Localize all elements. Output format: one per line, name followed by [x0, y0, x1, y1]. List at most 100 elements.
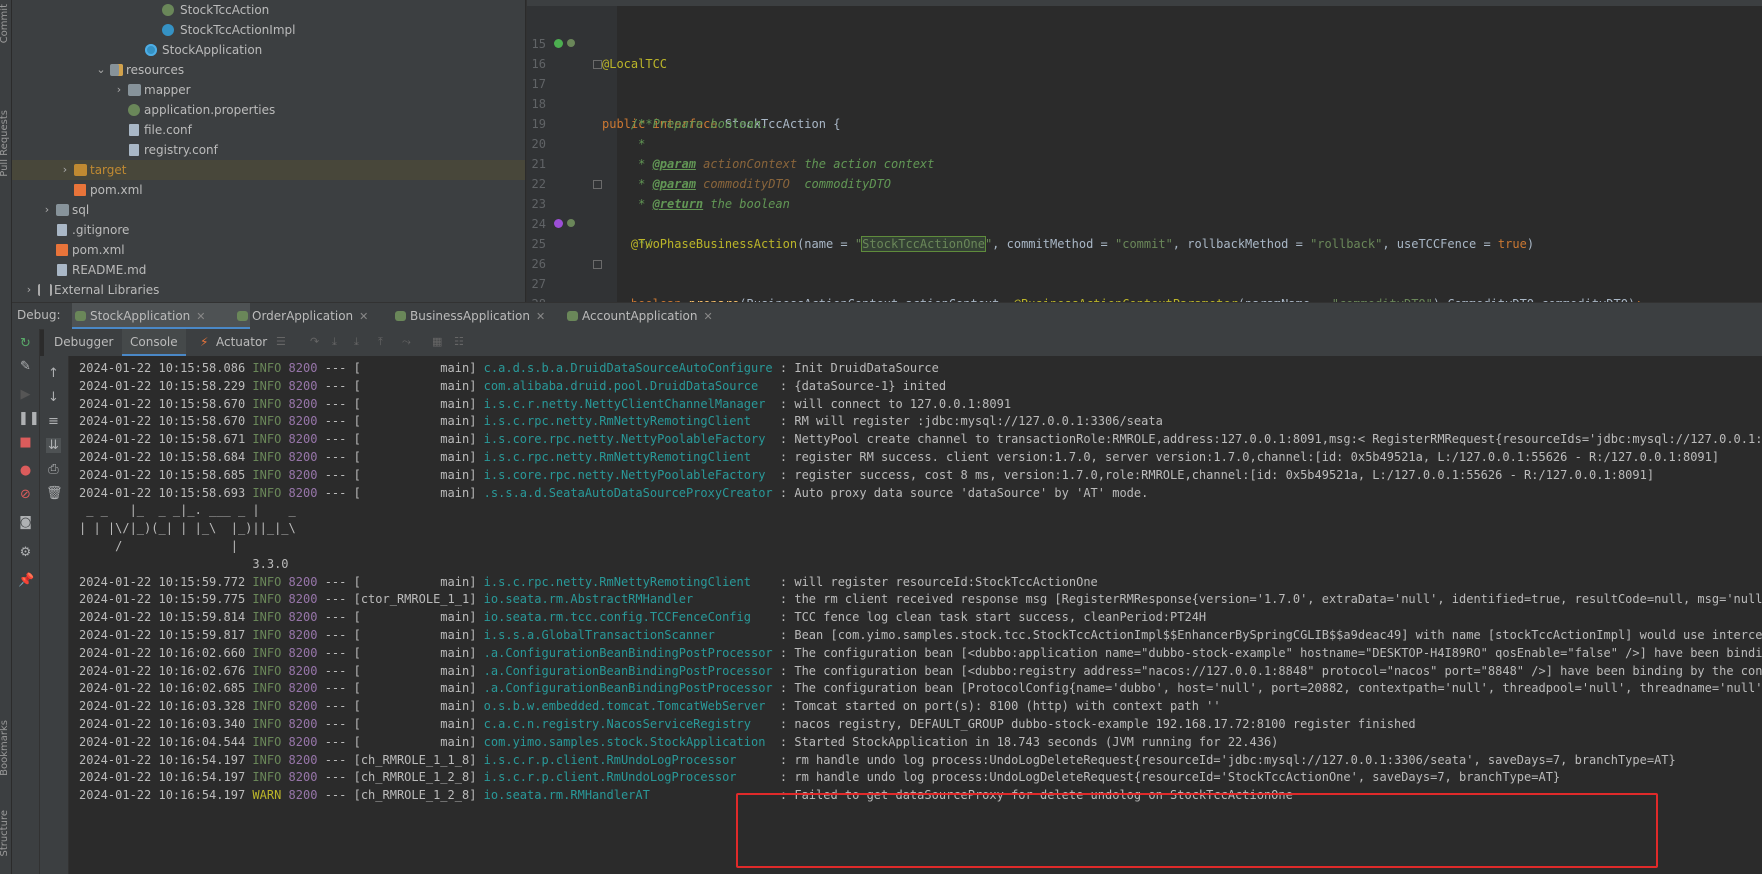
debug-title: Debug: — [17, 308, 61, 322]
tree-item-stockapplication[interactable]: StockApplication — [12, 40, 525, 60]
stop-icon[interactable]: ■ — [18, 435, 33, 450]
log-level: INFO — [252, 610, 282, 625]
maven-xml-icon — [74, 184, 86, 196]
tree-item-stocktccaction[interactable]: StockTccAction — [12, 0, 525, 20]
settings-gear-icon[interactable]: ⚙ — [18, 545, 33, 560]
folder-icon — [74, 164, 87, 176]
fold-marker-icon[interactable] — [593, 180, 602, 189]
tree-item-stocktccactionimpl[interactable]: StockTccActionImpl — [12, 20, 525, 40]
debug-bug-icon — [567, 311, 578, 321]
log-separator: --- — [324, 485, 347, 500]
tab-stockapplication[interactable]: StockApplication ✕ — [72, 303, 250, 329]
log-thread: [ main] — [353, 699, 477, 714]
rerun-icon[interactable]: ↻ — [18, 336, 33, 351]
log-level: INFO — [252, 574, 282, 589]
log-pid: 8200 — [288, 663, 318, 678]
tree-item-pom-xml-root[interactable]: pom.xml — [12, 240, 525, 260]
trace-icon[interactable]: ☷ — [454, 336, 466, 347]
tab-actuator[interactable]: ⚡ Actuator — [194, 329, 275, 356]
force-step-into-icon[interactable]: ⤓ — [354, 336, 366, 347]
log-timestamp: 2024-01-22 10:15:58.685 — [79, 467, 246, 482]
pause-icon[interactable]: ❚❚ — [18, 411, 40, 426]
tab-console[interactable]: Console — [122, 329, 186, 356]
structure-tool-tab[interactable]: Structure — [0, 810, 10, 857]
commit-tool-tab[interactable]: Commit — [0, 4, 10, 43]
tree-item-label: resources — [126, 63, 185, 77]
run-to-cursor-icon[interactable]: ⤳ — [402, 336, 414, 347]
bookmarks-tool-tab[interactable]: Bookmarks — [0, 720, 10, 776]
tree-item-sql[interactable]: › sql — [12, 200, 525, 220]
resume-icon[interactable]: ▶ — [18, 387, 33, 402]
step-over-icon[interactable]: ↷ — [310, 336, 322, 347]
step-out-icon[interactable]: ⤒ — [378, 336, 390, 347]
chevron-right-icon[interactable]: › — [22, 280, 36, 300]
log-level: INFO — [252, 681, 282, 696]
close-icon[interactable]: ✕ — [536, 310, 545, 323]
log-thread: [ main] — [353, 574, 477, 589]
tab-label: AccountApplication — [582, 309, 698, 323]
tree-item-readme[interactable]: README.md — [12, 260, 525, 280]
implementations-gutter-icon[interactable] — [554, 39, 563, 48]
menu-icon[interactable]: ☰ — [276, 336, 288, 347]
trash-icon[interactable]: 🗑 — [46, 486, 63, 501]
arrow-down-icon[interactable]: ↓ — [46, 390, 61, 405]
close-icon[interactable]: ✕ — [704, 310, 713, 323]
log-level: INFO — [252, 717, 282, 731]
tab-orderapplication[interactable]: OrderApplication ✕ — [234, 303, 368, 329]
tree-item-file-conf[interactable]: file.conf — [12, 120, 525, 140]
chevron-right-icon[interactable]: › — [112, 80, 126, 100]
tab-accountapplication[interactable]: AccountApplication ✕ — [564, 303, 713, 329]
scroll-to-end-icon[interactable]: ⇊ — [46, 438, 61, 453]
log-thread: [ main] — [353, 734, 477, 749]
camera-icon[interactable]: ◙ — [18, 515, 33, 530]
left-tool-strip: Commit Pull Requests Bookmarks Structure — [0, 0, 12, 874]
soft-wrap-icon[interactable]: ≡ — [46, 414, 61, 429]
tab-businessapplication[interactable]: BusinessApplication ✕ — [392, 303, 545, 329]
log-logger: c.a.c.n.registry.NacosServiceRegistry — [483, 717, 773, 731]
arrow-up-icon[interactable]: ↑ — [46, 366, 61, 381]
tab-label: Actuator — [216, 335, 268, 349]
tree-item-mapper[interactable]: › mapper — [12, 80, 525, 100]
log-logger: o.s.b.w.embedded.tomcat.TomcatWebServer — [483, 699, 773, 714]
mute-breakpoints-icon[interactable]: ⊘ — [18, 487, 33, 502]
tree-item-pom-xml[interactable]: pom.xml — [12, 180, 525, 200]
pin-icon[interactable]: 📌 — [18, 573, 34, 588]
log-separator: --- — [324, 770, 347, 785]
tree-item-external-libraries[interactable]: › External Libraries — [12, 280, 525, 300]
pull-requests-tool-tab[interactable]: Pull Requests — [0, 110, 10, 177]
fold-marker-icon[interactable] — [593, 260, 602, 269]
tree-item-registry-conf[interactable]: registry.conf — [12, 140, 525, 160]
view-breakpoints-icon[interactable]: ● — [18, 463, 33, 478]
interface-icon — [162, 4, 174, 16]
file-icon — [57, 224, 67, 236]
close-icon[interactable]: ✕ — [196, 310, 205, 323]
console-output[interactable]: 2024-01-22 10:15:58.086 INFO 8200 --- [ … — [69, 356, 1762, 874]
tree-item-application-properties[interactable]: application.properties — [12, 100, 525, 120]
modify-run-config-icon[interactable]: ✎ — [18, 359, 33, 374]
chevron-down-icon[interactable]: ⌄ — [94, 60, 108, 80]
step-into-icon[interactable]: ⤓ — [332, 336, 344, 347]
fold-marker-icon[interactable] — [593, 60, 602, 69]
print-icon[interactable]: ⎙ — [46, 462, 61, 477]
tab-debugger[interactable]: Debugger — [46, 329, 121, 356]
log-thread: [ main] — [353, 378, 477, 393]
chevron-right-icon[interactable]: › — [58, 160, 72, 180]
implementation-gutter-icon[interactable] — [554, 219, 563, 228]
spring-bean-gutter-icon[interactable] — [567, 39, 575, 47]
tree-item-target[interactable]: › target — [12, 160, 525, 180]
close-icon[interactable]: ✕ — [359, 310, 368, 323]
chevron-right-icon[interactable]: › — [40, 200, 54, 220]
tree-item-gitignore[interactable]: .gitignore — [12, 220, 525, 240]
log-message: : Init DruidDataSource — [779, 361, 939, 375]
log-timestamp: 2024-01-22 10:15:58.086 — [79, 361, 246, 375]
spring-bean-gutter-icon[interactable] — [567, 219, 575, 227]
log-level: WARN — [252, 788, 282, 803]
log-message: : The configuration bean [<dubbo:registr… — [779, 663, 1762, 678]
tree-item-resources[interactable]: ⌄ resources — [12, 60, 525, 80]
log-message: : Tomcat started on port(s): 8100 (http)… — [779, 699, 1221, 714]
properties-file-icon — [128, 104, 140, 116]
log-thread: [ main] — [353, 628, 477, 642]
code-editor[interactable]: 15 @LocalTCC 16 public interface StockTc… — [526, 0, 1762, 302]
log-pid: 8200 — [288, 378, 318, 393]
evaluate-expression-icon[interactable]: ▦ — [432, 336, 444, 347]
